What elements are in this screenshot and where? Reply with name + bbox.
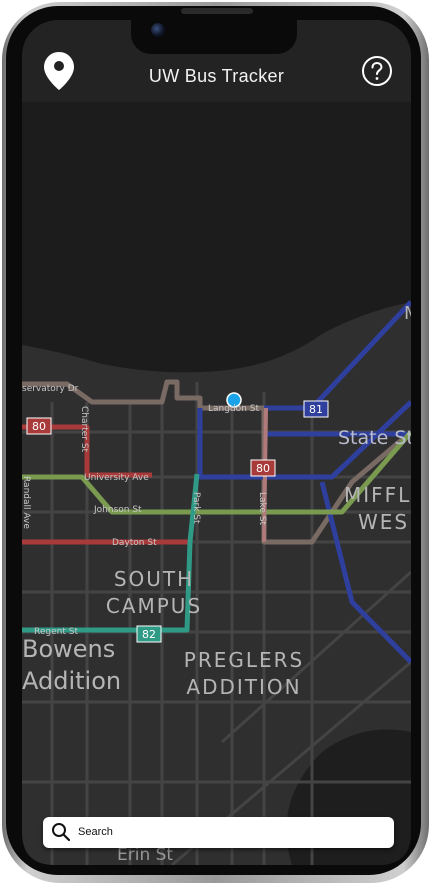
location-pin-icon[interactable] bbox=[44, 52, 74, 90]
street-label-dayton: Dayton St bbox=[112, 538, 157, 548]
search-bar[interactable]: Search bbox=[43, 817, 394, 848]
route-81-badge[interactable]: 81 bbox=[303, 400, 329, 418]
area-label-mifflin: MIFFL bbox=[344, 483, 411, 507]
street-label-randall: Randall Ave bbox=[22, 476, 31, 529]
map-view[interactable]: 80 80 81 82 servatory Dr Charter St Lang… bbox=[22, 102, 411, 865]
street-label-charter: Charter St bbox=[79, 406, 89, 453]
svg-text:81: 81 bbox=[309, 403, 323, 416]
area-label-corner: M bbox=[404, 303, 411, 324]
route-82-badge[interactable]: 82 bbox=[136, 625, 162, 643]
earpiece-speaker bbox=[181, 8, 253, 14]
phone-frame: UW Bus Tracker 80 80 81 82 servatory Dr … bbox=[0, 0, 433, 887]
street-label-observatory: servatory Dr bbox=[22, 384, 79, 394]
area-label-campus: CAMPUS bbox=[106, 594, 202, 618]
area-label-addition-2: ADDITION bbox=[186, 675, 301, 699]
app-title: UW Bus Tracker bbox=[148, 66, 285, 86]
street-label-erin: Erin St bbox=[117, 845, 173, 865]
street-label-langdon: Langdon St bbox=[208, 404, 259, 414]
area-label-preglers: PREGLERS bbox=[184, 648, 304, 672]
area-label-south: SOUTH bbox=[114, 567, 194, 591]
help-circle-icon[interactable] bbox=[361, 55, 393, 87]
search-icon bbox=[52, 823, 71, 842]
route-80-badge-mid[interactable]: 80 bbox=[250, 459, 276, 477]
area-label-bowens: Bowens bbox=[22, 635, 115, 663]
area-label-addition: Addition bbox=[22, 667, 121, 695]
street-label-johnson: Johnson St bbox=[93, 505, 142, 515]
street-label-park: Park St bbox=[191, 492, 201, 524]
street-label-lake: Lake St bbox=[257, 492, 267, 526]
front-camera bbox=[151, 23, 165, 37]
area-label-west: WES bbox=[358, 510, 409, 534]
svg-text:80: 80 bbox=[256, 462, 270, 475]
street-label-university: University Ave bbox=[84, 473, 149, 483]
svg-text:82: 82 bbox=[142, 628, 156, 641]
svg-text:80: 80 bbox=[32, 420, 46, 433]
search-label: Search bbox=[78, 826, 113, 838]
route-80-badge-left[interactable]: 80 bbox=[26, 417, 52, 435]
street-label-state: State St bbox=[338, 427, 411, 449]
